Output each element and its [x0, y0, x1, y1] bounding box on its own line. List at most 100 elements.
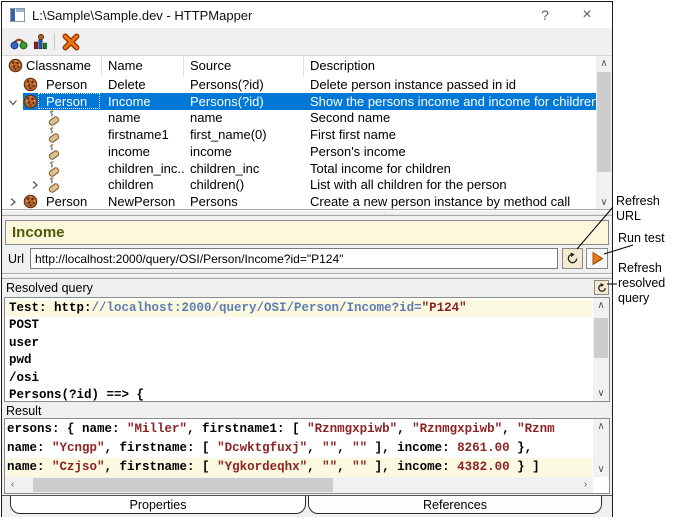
- scroll-up-icon[interactable]: ∧: [593, 298, 609, 313]
- code-line: name: "Czjso", firstname: [ "Ygkordeqhx"…: [5, 458, 592, 477]
- cell-description: Show the persons income and income for c…: [304, 93, 596, 110]
- cell-name: children_inc...: [102, 160, 184, 177]
- cell-classname: [40, 109, 102, 126]
- table-row[interactable]: children_inc...children_incTotal income …: [2, 160, 596, 177]
- cell-source: Persons: [184, 193, 304, 210]
- annotation-run-test: Run test: [618, 231, 665, 246]
- horizontal-splitter-2[interactable]: [2, 273, 612, 279]
- cell-source: name: [184, 109, 304, 126]
- chevron-down-icon[interactable]: [6, 95, 20, 109]
- tab-properties[interactable]: Properties: [10, 496, 306, 514]
- table-row[interactable]: PersonIncomePersons(?id)Show the persons…: [2, 93, 596, 110]
- relation-icon[interactable]: [8, 31, 30, 52]
- scroll-right-icon[interactable]: ›: [578, 477, 593, 493]
- cell-description: Second name: [304, 109, 596, 126]
- selected-mapping-header: Income: [5, 220, 609, 245]
- app-icon: [10, 8, 25, 22]
- cell-classname: [40, 126, 102, 143]
- help-button[interactable]: ?: [528, 2, 562, 28]
- scrollbar-thumb[interactable]: [594, 318, 608, 358]
- class-icon: [23, 77, 38, 92]
- cell-description: Create a new person instance by method c…: [304, 193, 596, 210]
- code-line: /osi: [5, 370, 592, 387]
- cell-description: List with all children for the person: [304, 176, 596, 193]
- cell-name: firstname1: [102, 126, 184, 143]
- cell-name: children: [102, 176, 184, 193]
- code-line: ersons: { name: "Miller", firstname1: [ …: [5, 420, 592, 439]
- cell-classname: [40, 160, 102, 177]
- column-header-description[interactable]: Description: [304, 56, 596, 76]
- scroll-up-icon[interactable]: ∧: [593, 419, 609, 434]
- table-row[interactable]: PersonNewPersonPersonsCreate a new perso…: [2, 193, 596, 210]
- close-button[interactable]: ×: [570, 2, 604, 28]
- scroll-down-icon[interactable]: ∨: [593, 386, 609, 401]
- result-vertical-scrollbar[interactable]: ∧ ∨: [593, 419, 609, 477]
- horizontal-splitter[interactable]: [2, 209, 612, 216]
- cell-source: first_name(0): [184, 126, 304, 143]
- cell-description: Total income for children: [304, 160, 596, 177]
- cell-source: Persons(?id): [184, 93, 304, 110]
- cell-name: Delete: [102, 76, 184, 93]
- scroll-down-icon[interactable]: ∨: [596, 195, 612, 210]
- url-input[interactable]: [30, 248, 558, 269]
- scroll-up-icon[interactable]: ∧: [596, 56, 612, 71]
- delete-icon[interactable]: [60, 31, 82, 52]
- class-icon: [23, 194, 38, 209]
- table-row[interactable]: PersonDeletePersons(?id)Delete person in…: [2, 76, 596, 93]
- refresh-url-button[interactable]: [562, 248, 583, 269]
- code-line: Persons(?id) ==> {: [5, 387, 592, 402]
- cell-classname: Person: [40, 76, 102, 93]
- resolved-query-vertical-scrollbar[interactable]: ∧ ∨: [593, 298, 609, 401]
- cell-source: children_inc: [184, 160, 304, 177]
- cell-name: NewPerson: [102, 193, 184, 210]
- cell-source: income: [184, 143, 304, 160]
- cell-name: income: [102, 143, 184, 160]
- tab-references[interactable]: References: [308, 496, 602, 514]
- code-line: name: "Ycngp", firstname: [ "Dcwktgfuxj"…: [5, 439, 592, 458]
- tree-vertical-scrollbar[interactable]: ∧ ∨: [596, 56, 612, 210]
- code-line: Test: http://localhost:2000/query/OSI/Pe…: [5, 300, 592, 317]
- cell-classname: [40, 143, 102, 160]
- cell-source: Persons(?id): [184, 76, 304, 93]
- run-test-button[interactable]: [586, 248, 608, 269]
- result-horizontal-scrollbar[interactable]: ‹ ›: [5, 477, 593, 493]
- focus-rectangle: [38, 93, 100, 109]
- code-line: user: [5, 335, 592, 352]
- column-header-source[interactable]: Source: [184, 56, 304, 76]
- code-line: pwd: [5, 352, 592, 369]
- resolved-query-pane[interactable]: Test: http://localhost:2000/query/OSI/Pe…: [4, 297, 610, 402]
- column-header-classname[interactable]: Classname: [2, 56, 102, 76]
- cell-description: Person's income: [304, 143, 596, 160]
- refresh-icon: [597, 283, 607, 293]
- play-icon: [590, 251, 605, 266]
- table-row[interactable]: childrenchildren()List with all children…: [2, 176, 596, 193]
- cell-description: Delete person instance passed in id: [304, 76, 596, 93]
- result-pane[interactable]: ersons: { name: "Miller", firstname1: [ …: [4, 418, 610, 494]
- cell-source: children(): [184, 176, 304, 193]
- table-row[interactable]: namenameSecond name: [2, 109, 596, 126]
- cell-classname: [40, 176, 102, 193]
- scroll-down-icon[interactable]: ∨: [593, 462, 609, 477]
- refresh-resolved-query-button[interactable]: [594, 280, 609, 295]
- cell-classname: Person: [40, 193, 102, 210]
- window-title: L:\Sample\Sample.dev - HTTPMapper: [32, 8, 252, 23]
- code-line: POST: [5, 317, 592, 334]
- url-label: Url: [8, 252, 24, 266]
- annotation-refresh-url: Refresh URL: [616, 194, 660, 224]
- mapping-title: Income: [12, 224, 65, 241]
- refresh-icon: [566, 252, 579, 265]
- toolbar: [2, 28, 612, 55]
- chart-icon[interactable]: [30, 31, 52, 52]
- chevron-right-icon[interactable]: [6, 195, 20, 209]
- scroll-left-icon[interactable]: ‹: [5, 477, 20, 493]
- mapping-tree-grid: Classname Name Source Description Person…: [2, 55, 612, 210]
- result-label: Result: [6, 404, 41, 418]
- column-header-name[interactable]: Name: [102, 56, 184, 76]
- scrollbar-thumb[interactable]: [33, 478, 333, 492]
- grid-header: Classname Name Source Description: [2, 56, 596, 76]
- table-row[interactable]: firstname1first_name(0)First first name: [2, 126, 596, 143]
- title-bar: L:\Sample\Sample.dev - HTTPMapper ? ×: [2, 2, 612, 28]
- table-row[interactable]: incomeincomePerson's income: [2, 143, 596, 160]
- scrollbar-thumb[interactable]: [597, 72, 611, 172]
- class-icon: [8, 58, 23, 76]
